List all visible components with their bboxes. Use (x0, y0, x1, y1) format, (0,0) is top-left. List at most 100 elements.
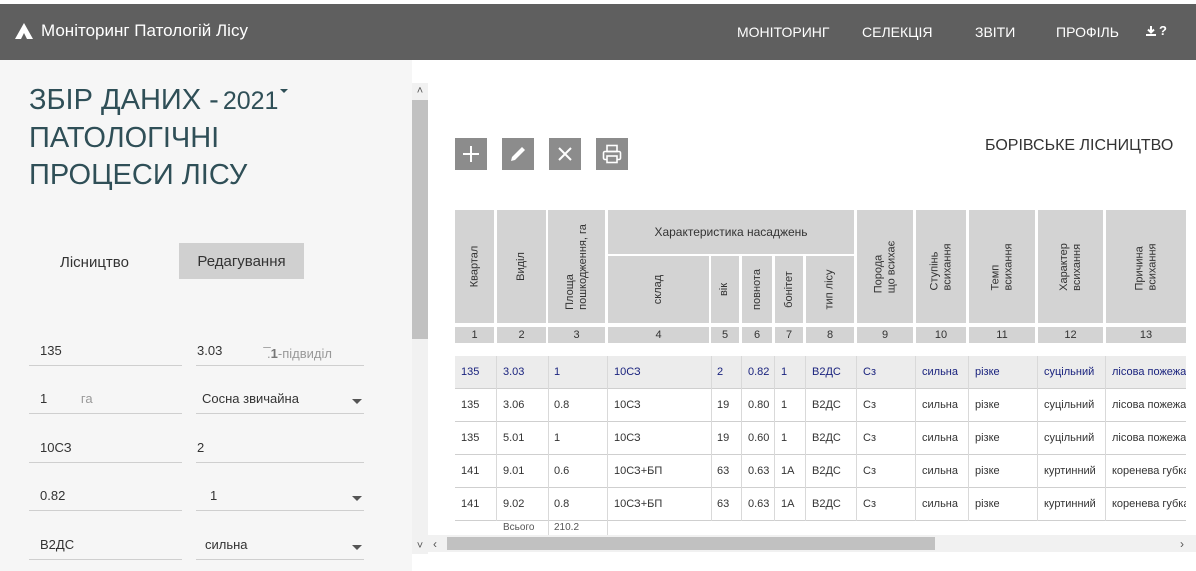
add-button[interactable] (455, 138, 487, 170)
header-line: Виділ (514, 252, 527, 281)
density-value: 0.82 (40, 488, 66, 503)
header-line: Причина (1133, 245, 1145, 290)
degree-select[interactable]: сильна (196, 533, 364, 560)
edit-button[interactable] (502, 138, 534, 170)
column-header-10[interactable]: Ступінь всихання (916, 210, 966, 323)
header-line: склад (651, 274, 664, 305)
table-cell: 141 (455, 455, 497, 488)
delete-button[interactable] (549, 138, 581, 170)
quarter-field[interactable]: 135 (29, 339, 182, 366)
table-cell: різке (969, 389, 1038, 422)
left-scrollbar[interactable]: ˄ ˅ (412, 83, 428, 554)
column-header-1[interactable]: Квартал (455, 210, 494, 323)
degree-value: сильна (205, 537, 248, 552)
nav-profile[interactable]: ПРОФІЛЬ (1056, 24, 1119, 40)
table-cell: 1 (548, 356, 608, 389)
header-line: Ступінь (928, 251, 940, 290)
download-help-button[interactable]: ? (1145, 23, 1167, 38)
column-number: 6 (742, 327, 772, 343)
column-number: 4 (608, 327, 709, 343)
species-select[interactable]: Сосна звичайна (196, 387, 364, 414)
tab-forestry[interactable]: Лісництво (60, 254, 129, 271)
header-line: вік (718, 282, 731, 297)
age-field[interactable]: 2 (196, 436, 364, 463)
table-row[interactable]: 135 5.01 1 10СЗ 19 0.60 1 В2ДС Сз сильна різке суці… (455, 422, 1186, 455)
column-header-2[interactable]: Виділ (497, 210, 546, 323)
table-cell: 0.6 (548, 455, 608, 488)
header-line: всихання (1002, 243, 1014, 290)
table-horizontal-scrollbar[interactable]: ‹ › (428, 535, 1196, 552)
column-header-4[interactable]: склад (608, 256, 709, 323)
table-cell: сильна (916, 455, 969, 488)
header-line: Порода (871, 254, 884, 293)
table-cell: суцільний (1038, 356, 1106, 389)
column-header-9[interactable]: Порода що всихає (857, 210, 913, 323)
species-value: Сосна звичайна (202, 391, 299, 406)
density-field[interactable]: 0.82 (29, 484, 182, 511)
bonitet-select[interactable]: 1 (196, 484, 364, 511)
header-line: Квартал (468, 245, 481, 288)
column-header-6[interactable]: повнота (742, 256, 772, 323)
column-header-12[interactable]: Характер всихання (1038, 210, 1103, 323)
column-number: 1 (455, 327, 494, 343)
table-cell: різке (969, 455, 1038, 488)
column-header-label: бонітет (783, 271, 796, 308)
area-field[interactable]: 1 га (29, 387, 182, 414)
table-cell: 1 (775, 389, 806, 422)
scroll-up-icon[interactable]: ˄ (415, 86, 425, 97)
print-button[interactable] (596, 138, 628, 170)
table-cell: 1А (775, 488, 806, 521)
column-header-label: склад (652, 275, 665, 304)
table-cell: різке (969, 356, 1038, 389)
table-cell: 10СЗ+БП (608, 488, 712, 521)
scroll-down-icon[interactable]: ˅ (415, 541, 425, 552)
table-cell: куртинний (1038, 455, 1106, 488)
header-line: повнота (750, 269, 763, 310)
scrollbar-thumb[interactable] (412, 100, 428, 339)
scroll-right-icon[interactable]: › (1180, 537, 1184, 551)
table-cell: 141 (455, 488, 497, 521)
forestry-name: БОРІВСЬКЕ ЛІСНИЦТВО (985, 137, 1174, 154)
bonitet-value: 1 (210, 488, 218, 503)
column-header-11[interactable]: Темп всихання (969, 210, 1035, 323)
composition-field[interactable]: 10СЗ (29, 436, 182, 463)
title-line-3: ПРОЦЕСИ ЛІСУ (29, 159, 248, 191)
column-header-7[interactable]: бонітет (775, 256, 803, 323)
column-header-label: вік (718, 283, 731, 296)
app-brand[interactable]: Моніторинг Патологій Лісу (14, 21, 248, 41)
table-row[interactable]: 135 3.03 1 10СЗ 2 0.82 1 В2ДС Сз сильна різке суціл… (455, 356, 1186, 389)
table-cell: сильна (916, 488, 969, 521)
nav-selection[interactable]: СЕЛЕКЦІЯ (862, 24, 933, 40)
header-line: пошкодження, га (576, 223, 589, 310)
nav-reports[interactable]: ЗВІТИ (975, 24, 1015, 40)
year-caret-icon[interactable] (280, 89, 289, 93)
forest-type-field[interactable]: В2ДС (29, 533, 182, 560)
scroll-left-icon[interactable]: ‹ (433, 537, 437, 551)
column-header-label: Площа пошкодження, га (564, 224, 590, 310)
column-header-label: Причина всихання (1133, 243, 1159, 290)
table-cell: 135 (455, 389, 497, 422)
subplot-hint: ̅.1-підвиділ (267, 346, 332, 361)
header-line: всихання (1070, 243, 1083, 291)
tab-edit[interactable]: Редагування (179, 243, 304, 279)
subplot-field[interactable]: 3.03 ̅.1-підвиділ (196, 339, 364, 366)
column-header-label: повнота (751, 269, 764, 310)
year-selector[interactable]: 2021 (223, 87, 279, 115)
column-number: 3 (548, 327, 605, 343)
column-header-8[interactable]: тип лісу (806, 256, 854, 323)
column-header-5[interactable]: вік (711, 256, 739, 323)
column-header-3[interactable]: Площа пошкодження, га (548, 210, 605, 323)
table-row[interactable]: 141 9.01 0.6 10СЗ+БП 63 0.63 1А В2ДС Сз сильна різ… (455, 455, 1186, 488)
column-header-13[interactable]: Причина всихання (1106, 210, 1186, 323)
table-row[interactable]: 135 3.06 0.8 10СЗ 19 0.80 1 В2ДС Сз сильна різке су… (455, 389, 1186, 422)
table-cell: В2ДС (806, 488, 857, 521)
horizontal-scrollbar-thumb[interactable] (447, 537, 935, 550)
column-header-label: Квартал (468, 246, 481, 288)
table-row[interactable]: 141 9.02 0.8 10СЗ+БП 63 0.63 1А В2ДС Сз сильна різ… (455, 488, 1186, 521)
table-cell: 0.63 (742, 455, 775, 488)
column-header-label: Темп всихання (989, 243, 1015, 290)
table-cell: Сз (857, 356, 916, 389)
nav-monitoring[interactable]: МОНІТОРИНГ (737, 24, 829, 40)
header-line: Характер (1057, 242, 1070, 291)
header-line: тип лісу (823, 269, 836, 310)
